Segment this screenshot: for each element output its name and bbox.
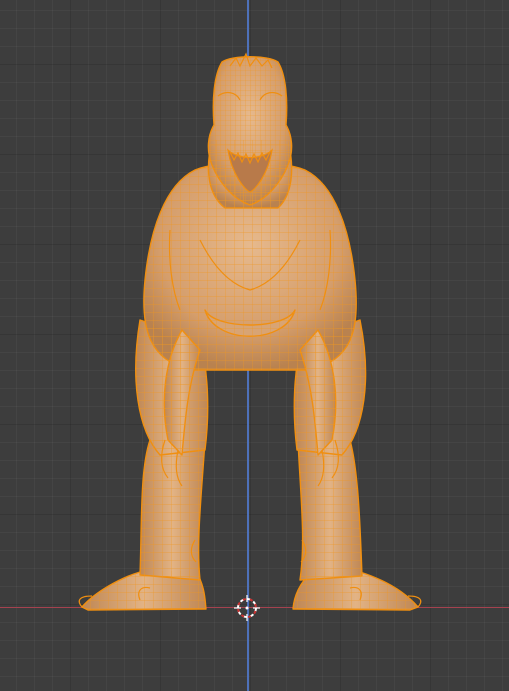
mesh-wireframe-overlay [82, 140, 418, 610]
3d-viewport[interactable] [0, 0, 509, 691]
dinosaur-mesh-object[interactable] [0, 0, 509, 691]
3d-cursor-icon[interactable] [234, 595, 260, 621]
